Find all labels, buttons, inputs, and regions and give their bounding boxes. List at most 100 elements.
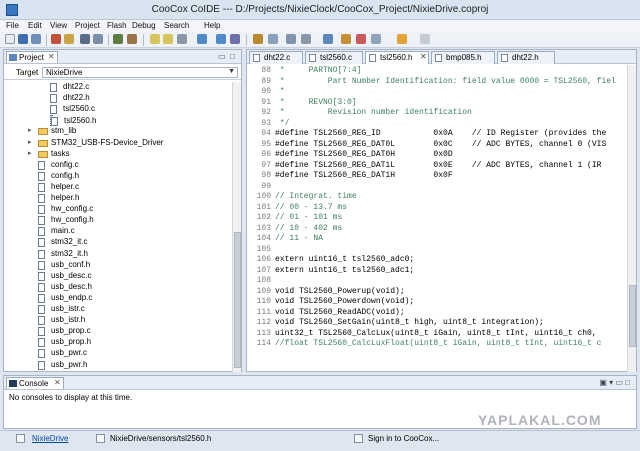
file-icon [50, 83, 57, 92]
target-select[interactable]: NixieDrive ▼ [42, 67, 238, 78]
menu-project[interactable]: Project [75, 21, 100, 30]
line-number: 100 [256, 192, 271, 201]
target-value: NixieDrive [46, 68, 83, 77]
component-icon[interactable] [216, 34, 226, 44]
forward-arrow-icon[interactable] [420, 34, 430, 44]
minimize-icon[interactable]: ▭ [218, 52, 226, 61]
print-icon[interactable] [268, 34, 278, 44]
close-icon[interactable]: ✕ [54, 378, 61, 387]
code-line: 89 * Part Number Identification: field v… [247, 77, 627, 87]
back-arrow-icon[interactable] [397, 34, 407, 44]
editor-tab[interactable]: tsl2560.h ✕ [365, 51, 429, 64]
tree-item-label: usb_istr.c [51, 304, 85, 313]
build-icon[interactable] [51, 34, 61, 44]
editor-tab[interactable]: dht22.c [249, 51, 303, 64]
line-number: 111 [256, 307, 271, 317]
tree-item-label: STM32_USB-FS-Device_Driver [51, 137, 164, 147]
file-icon [38, 182, 45, 192]
window-icon[interactable] [323, 34, 333, 44]
menu-search[interactable]: Search [164, 21, 189, 30]
code-line: 88 * PARTNO[7:4] [247, 66, 627, 76]
prev-annotation-icon[interactable] [356, 34, 366, 44]
editor-tab[interactable]: bmp085.h [431, 51, 495, 64]
tree-item-label: config.c [51, 159, 79, 169]
tree-item-label: hw_config.h [51, 215, 94, 225]
download-icon[interactable] [80, 34, 90, 44]
file-icon [38, 205, 45, 215]
help-icon[interactable] [230, 34, 240, 44]
save-icon[interactable] [18, 34, 28, 44]
tree-item-label: usb_endp.c [51, 292, 93, 302]
code-line: 109 void TSL2560_Powerup(void); [247, 287, 627, 297]
project-link[interactable]: NixieDrive [32, 434, 68, 443]
code-line: 107 extern uint16_t tsl2560_adc1; [247, 266, 627, 276]
project-tab[interactable]: Project ✕ [6, 51, 58, 63]
code-line: 103 // 10 - 402 ms [247, 224, 627, 234]
close-icon[interactable]: ✕ [420, 52, 427, 61]
chevron-right-icon[interactable]: ▸ [28, 149, 32, 157]
file-icon [38, 338, 45, 348]
window-title: CooCox CoIDE --- D:/Projects/NixieClock/… [151, 4, 489, 15]
chevron-right-icon[interactable]: ▸ [28, 126, 32, 134]
open-folder-icon[interactable] [150, 34, 160, 44]
next-annotation-icon[interactable] [371, 34, 381, 44]
editor-tab[interactable]: dht22.h [497, 51, 555, 64]
code-text: #define TSL2560_REG_ID 0x0A // ID Regist… [275, 129, 607, 138]
file-icon [38, 305, 45, 314]
console-tab[interactable]: Console ✕ [6, 377, 64, 389]
erase-icon[interactable] [93, 34, 103, 44]
tree-item-label: usb_desc.c [51, 270, 92, 280]
bookmark-icon[interactable] [286, 34, 296, 44]
tree-scroll-thumb[interactable] [234, 232, 241, 368]
menu-file[interactable]: File [6, 21, 19, 30]
code-line: 104 // 11 - NA [247, 234, 627, 244]
code-text: extern uint16_t tsl2560_adc0; [275, 255, 415, 264]
menu-view[interactable]: View [50, 21, 67, 30]
line-number: 93 [261, 118, 271, 128]
sign-in-link[interactable]: Sign in to CooCox... [368, 434, 439, 443]
tree-file[interactable]: tsl2560.h [50, 115, 96, 127]
maximize-icon[interactable]: □ [230, 52, 235, 61]
new-file-icon[interactable] [5, 34, 15, 44]
save-all-icon[interactable] [31, 34, 41, 44]
tree-item-label: config.h [51, 170, 80, 180]
menu-debug[interactable]: Debug [132, 21, 156, 30]
console-message: No consoles to display at this time. [9, 393, 133, 402]
editor-tab-bar: dht22.c tsl2560.c tsl2560.h ✕ bmp085.h dht22.… [247, 50, 636, 64]
chevron-down-icon: ▼ [228, 68, 235, 75]
toggle-icon[interactable] [301, 34, 311, 44]
wrench-icon[interactable] [341, 34, 351, 44]
menu-flash[interactable]: Flash [107, 21, 127, 30]
file-icon [38, 238, 45, 248]
code-text: extern uint16_t tsl2560_adc1; [275, 265, 415, 275]
config-icon[interactable] [127, 34, 137, 44]
chevron-right-icon[interactable]: ▸ [28, 138, 32, 146]
close-icon[interactable]: ✕ [48, 52, 55, 61]
editor-scroll-thumb[interactable] [629, 285, 636, 347]
console-toolbar[interactable]: ▣ ▾ ▭ □ [599, 378, 630, 387]
console-tab-label: Console [19, 379, 49, 388]
line-number: 105 [256, 244, 271, 254]
tree-item-label: usb_prop.c [51, 326, 91, 336]
menu-edit[interactable]: Edit [28, 21, 42, 30]
editor-scrollbar[interactable] [627, 65, 636, 372]
home-icon[interactable] [197, 34, 207, 44]
code-text: void TSL2560_Powerdown(void); [275, 297, 415, 306]
edit-icon[interactable] [253, 34, 263, 44]
title-bar: CooCox CoIDE --- D:/Projects/NixieClock/… [0, 0, 640, 20]
search-icon[interactable] [177, 34, 187, 44]
menu-help[interactable]: Help [204, 21, 220, 30]
code-line: 96 #define TSL2560_REG_DAT0H 0x0D [247, 150, 627, 160]
code-text: // 10 - 402 ms [275, 223, 343, 233]
line-number: 114 [256, 339, 271, 348]
line-number: 106 [256, 255, 271, 264]
watermark: YAPLAKAL.COM [478, 412, 602, 428]
code-area[interactable]: 88 * PARTNO[7:4] 89 * Part Number Identif… [247, 65, 627, 372]
editor-tab-label: bmp085.h [446, 53, 482, 62]
folder-icon[interactable] [163, 34, 173, 44]
editor-tab[interactable]: tsl2560.c [305, 51, 363, 64]
debug-icon[interactable] [113, 34, 123, 44]
file-icon [253, 54, 260, 62]
rebuild-icon[interactable] [64, 34, 74, 44]
tree-scrollbar[interactable] [232, 82, 241, 372]
